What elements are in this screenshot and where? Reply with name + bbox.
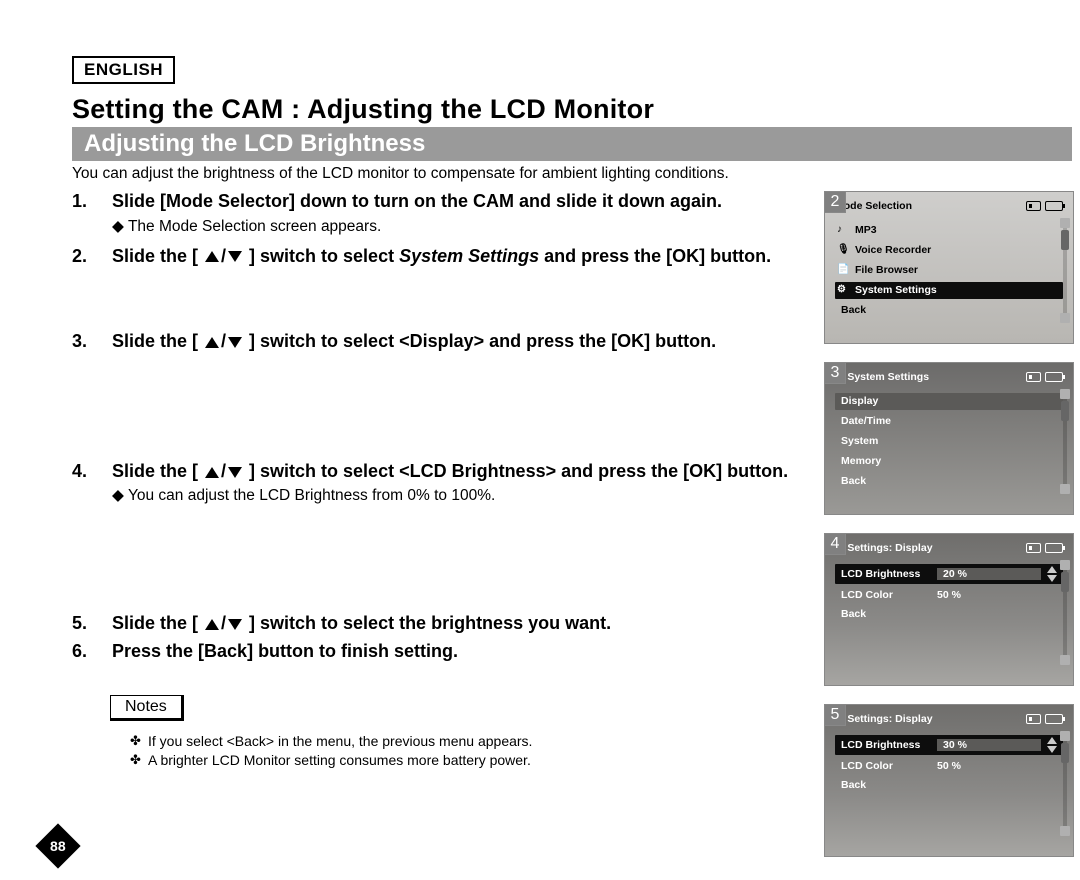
notes-heading: Notes	[110, 695, 184, 721]
step-3: 3. Slide the [ / ] switch to select <Dis…	[72, 331, 792, 353]
menu-item-system: System	[835, 433, 1063, 450]
menu-list: Display Date/Time System Memory Back	[825, 389, 1073, 496]
down-icon	[1047, 746, 1057, 753]
step-badge: 5	[824, 704, 846, 726]
menu-back: Back	[835, 606, 1063, 622]
menu-list: ♪MP3 🎙Voice Recorder 📄File Browser ⚙Syst…	[825, 218, 1073, 325]
up-icon	[205, 467, 219, 478]
card-icon	[1026, 201, 1041, 211]
battery-icon	[1045, 201, 1063, 211]
screen-title: ⚙ System Settings	[835, 371, 929, 383]
page-title: Setting the CAM : Adjusting the LCD Moni…	[72, 94, 1046, 125]
step-text: Slide the [ / ] switch to select System …	[112, 246, 792, 268]
step-number: 3.	[72, 331, 98, 352]
content-columns: 1. Slide [Mode Selector] down to turn on…	[72, 191, 1072, 857]
scrollbar	[1063, 735, 1067, 832]
up-icon	[1047, 566, 1057, 573]
card-icon	[1026, 714, 1041, 724]
note-item: A brighter LCD Monitor setting consumes …	[130, 752, 792, 768]
step-badge: 4	[824, 533, 846, 555]
mic-icon: 🎙	[837, 243, 850, 256]
step-badge: 2	[824, 191, 846, 213]
screen-title: ⚙ Settings: Display	[835, 713, 933, 725]
screenshot-4: 4 ⚙ Settings: Display LCD Brightness 20 …	[824, 533, 1072, 686]
steps-column: 1. Slide [Mode Selector] down to turn on…	[72, 191, 792, 771]
step-number: 5.	[72, 613, 98, 634]
down-icon	[228, 251, 242, 262]
note-item: If you select <Back> in the menu, the pr…	[130, 733, 792, 749]
step-number: 1.	[72, 191, 98, 212]
step-text: Slide the [ / ] switch to select the bri…	[112, 613, 792, 635]
status-icons	[1026, 543, 1063, 553]
step-badge: 3	[824, 362, 846, 384]
menu-item-voice: 🎙Voice Recorder	[835, 242, 1063, 259]
scrollbar	[1063, 222, 1067, 319]
status-icons	[1026, 372, 1063, 382]
step-text: Slide the [ / ] switch to select <Displa…	[112, 331, 792, 353]
down-icon	[228, 467, 242, 478]
menu-list: LCD Brightness 30 % LCD Color 50 % Back	[825, 731, 1073, 799]
card-icon	[1026, 372, 1041, 382]
battery-icon	[1045, 372, 1063, 382]
step-4: 4. Slide the [ / ] switch to select <LCD…	[72, 461, 792, 506]
brightness-value: 20 %	[937, 568, 1041, 580]
step-5-6: 5. Slide the [ / ] switch to select the …	[72, 613, 792, 662]
up-icon	[205, 251, 219, 262]
system-settings-emph: System Settings	[399, 246, 539, 266]
step-number: 2.	[72, 246, 98, 267]
menu-item-filebrowser: 📄File Browser	[835, 262, 1063, 279]
step-text: Press the [Back] button to finish settin…	[112, 641, 792, 663]
notes-list: If you select <Back> in the menu, the pr…	[130, 733, 792, 768]
color-value: 50 %	[937, 589, 1057, 601]
step-note: ◆ The Mode Selection screen appears.	[112, 217, 792, 236]
down-icon	[228, 337, 242, 348]
down-icon	[228, 619, 242, 630]
battery-icon	[1045, 714, 1063, 724]
row-lcd-brightness: LCD Brightness 20 %	[835, 564, 1063, 584]
screenshot-2: 2 Mode Selection ♪MP3 🎙Voice Recorder 📄F…	[824, 191, 1072, 344]
section-heading: Adjusting the LCD Brightness	[72, 127, 1072, 161]
screen-title: Mode Selection	[835, 200, 912, 212]
doc-icon: 📄	[837, 263, 849, 276]
up-icon	[205, 337, 219, 348]
menu-item-datetime: Date/Time	[835, 413, 1063, 430]
screen-title: ⚙ Settings: Display	[835, 542, 933, 554]
row-lcd-color: LCD Color 50 %	[835, 587, 1063, 603]
menu-back: Back	[835, 302, 1063, 319]
step-number: 6.	[72, 641, 98, 662]
menu-back: Back	[835, 777, 1063, 793]
menu-item-system-settings: ⚙System Settings	[835, 282, 1063, 299]
menu-item-display: Display	[835, 393, 1063, 410]
menu-list: LCD Brightness 20 % LCD Color 50 % Back	[825, 560, 1073, 628]
row-lcd-brightness: LCD Brightness 30 %	[835, 735, 1063, 755]
step-note: ◆ You can adjust the LCD Brightness from…	[112, 486, 792, 505]
status-icons	[1026, 201, 1063, 211]
step-text: Slide [Mode Selector] down to turn on th…	[112, 191, 792, 213]
gear-icon: ⚙	[837, 283, 846, 296]
up-icon	[1047, 737, 1057, 744]
row-lcd-color: LCD Color 50 %	[835, 758, 1063, 774]
step-1: 1. Slide [Mode Selector] down to turn on…	[72, 191, 792, 267]
language-label: ENGLISH	[72, 56, 175, 84]
step-text: Slide the [ / ] switch to select <LCD Br…	[112, 461, 792, 483]
status-icons	[1026, 714, 1063, 724]
menu-item-mp3: ♪MP3	[835, 222, 1063, 239]
section-intro: You can adjust the brightness of the LCD…	[72, 165, 1046, 183]
card-icon	[1026, 543, 1041, 553]
down-icon	[1047, 575, 1057, 582]
menu-item-memory: Memory	[835, 453, 1063, 470]
scrollbar	[1063, 393, 1067, 490]
screenshot-5: 5 ⚙ Settings: Display LCD Brightness 30 …	[824, 704, 1072, 857]
color-value: 50 %	[937, 760, 1057, 772]
screenshot-3: 3 ⚙ System Settings Display Date/Time Sy…	[824, 362, 1072, 515]
screenshots-column: 2 Mode Selection ♪MP3 🎙Voice Recorder 📄F…	[802, 191, 1072, 857]
step-number: 4.	[72, 461, 98, 482]
up-icon	[205, 619, 219, 630]
battery-icon	[1045, 543, 1063, 553]
manual-page: ENGLISH Setting the CAM : Adjusting the …	[0, 0, 1080, 880]
scrollbar	[1063, 564, 1067, 661]
menu-back: Back	[835, 473, 1063, 490]
music-icon: ♪	[837, 223, 842, 236]
brightness-value: 30 %	[937, 739, 1041, 751]
